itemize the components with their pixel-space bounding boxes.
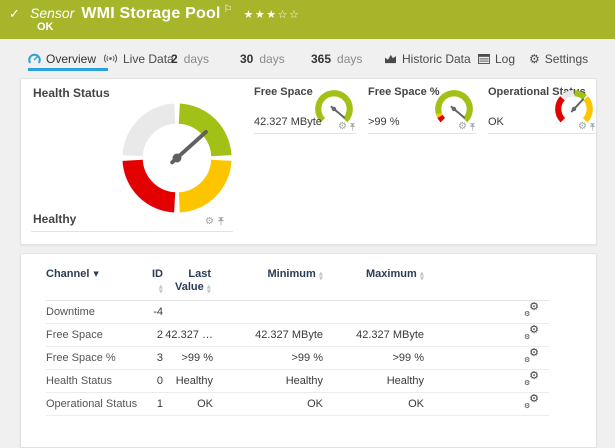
panel-free-space: Free Space 42.327 MByte ⚙	[254, 85, 356, 134]
channel-name: Downtime	[46, 300, 146, 324]
object-type-label: Sensor	[30, 5, 75, 21]
column-header-last-value[interactable]: Last Value ▲ ▼	[163, 268, 213, 301]
channel-settings-icon[interactable]: ⚙ ⚙	[524, 370, 539, 387]
channel-settings-icon[interactable]: ⚙ ⚙	[524, 347, 539, 364]
channel-settings-icon[interactable]: ⚙ ⚙	[524, 301, 539, 318]
pin-icon[interactable]	[469, 122, 476, 132]
channel-maximum: >99 %	[323, 346, 424, 370]
chart-icon	[385, 54, 396, 64]
channel-gear-icon[interactable]: ⚙	[458, 122, 467, 132]
channel-name: Free Space	[46, 323, 146, 347]
tab-settings[interactable]: ⚙ Settings	[529, 48, 588, 69]
channel-name: Operational Status	[46, 392, 146, 416]
tab-overview-label: Overview	[46, 51, 97, 66]
panel-free-space-pct: Free Space % >99 % ⚙	[368, 85, 476, 134]
priority-flag-icon[interactable]: ⚐	[224, 4, 233, 15]
channel-name: Free Space %	[46, 346, 146, 370]
gauge-icon	[28, 53, 41, 64]
tab-365-days[interactable]: 365 days	[311, 48, 362, 69]
table-row: Downtime -4 ⚙ ⚙	[46, 300, 549, 324]
sensor-status-text: OK	[37, 21, 54, 33]
channel-settings-icon[interactable]: ⚙ ⚙	[524, 324, 539, 341]
channel-last-value: >99 %	[163, 346, 213, 370]
column-header-channel[interactable]: Channel ▼	[46, 268, 146, 301]
channel-gear-icon[interactable]: ⚙	[338, 122, 347, 132]
column-header-id[interactable]: ID ▲ ▼	[146, 268, 163, 301]
channel-name: Health Status	[46, 369, 146, 393]
channel-last-value: 42.327 …	[163, 323, 213, 347]
pin-icon[interactable]	[217, 217, 225, 227]
table-row: Health Status 0 Healthy Healthy Healthy …	[46, 369, 549, 393]
channel-maximum: Healthy	[323, 369, 424, 393]
column-header-minimum[interactable]: Minimum ▲ ▼	[213, 268, 323, 301]
tab-30-days[interactable]: 30 days	[240, 48, 285, 69]
channel-id: 2	[146, 323, 163, 347]
health-status-gauge	[122, 103, 232, 213]
channel-id: 3	[146, 346, 163, 370]
tab-bar: Overview Live Data 2 days 30 days 365 days …	[0, 48, 615, 72]
dropdown-icon: ▼	[93, 270, 99, 278]
column-header-maximum[interactable]: Maximum ▲ ▼	[323, 268, 424, 301]
sort-icon: ▲ ▼	[206, 284, 211, 295]
health-status-value: Healthy	[33, 212, 77, 226]
channel-maximum	[323, 300, 424, 324]
free-space-value: 42.327 MByte	[254, 116, 322, 128]
column-header-actions	[424, 268, 549, 301]
channel-last-value: Healthy	[163, 369, 213, 393]
sort-icon: ▲ ▼	[419, 271, 424, 282]
check-icon: ✓	[9, 7, 20, 22]
channel-gear-icon[interactable]: ⚙	[578, 122, 587, 132]
channels-table: Channel ▼ ID ▲ ▼ Last Value ▲ ▼ Minimum ▲ ▼ Max…	[46, 268, 549, 416]
gauges-card: Health Status Healthy ⚙ Free Space 42.32…	[20, 78, 597, 245]
channel-settings-icon[interactable]: ⚙ ⚙	[524, 393, 539, 410]
tab-overview[interactable]: Overview	[28, 48, 108, 71]
panel-operational-status: Operational Status OK ⚙	[488, 85, 596, 134]
channel-minimum: >99 %	[213, 346, 323, 370]
operational-status-value: OK	[488, 116, 504, 128]
tab-historic-data-label: Historic Data	[402, 51, 471, 66]
channel-minimum	[213, 300, 323, 324]
tab-log-label: Log	[495, 51, 516, 66]
channel-maximum: OK	[323, 392, 424, 416]
log-icon	[478, 53, 490, 64]
tab-log[interactable]: Log	[478, 48, 515, 69]
table-row: Operational Status 1 OK OK OK ⚙ ⚙	[46, 392, 549, 416]
page-title: WMI Storage Pool	[81, 5, 221, 22]
health-status-title: Health Status	[33, 86, 110, 100]
channel-id: 0	[146, 369, 163, 393]
tab-2-days[interactable]: 2 days	[171, 48, 209, 69]
table-header-row: Channel ▼ ID ▲ ▼ Last Value ▲ ▼ Minimum ▲ ▼ Max…	[46, 268, 549, 301]
channel-minimum: Healthy	[213, 369, 323, 393]
pin-icon[interactable]	[589, 122, 596, 132]
sort-icon: ▲ ▼	[318, 271, 323, 282]
table-row: Free Space % 3 >99 % >99 % >99 % ⚙ ⚙	[46, 346, 549, 370]
sort-icon: ▲ ▼	[158, 284, 163, 295]
tab-historic-data[interactable]: Historic Data	[384, 48, 471, 69]
tab-live-data-label: Live Data	[123, 51, 174, 66]
channel-last-value: OK	[163, 392, 213, 416]
priority-stars[interactable]: ★★★☆☆	[244, 8, 301, 21]
channel-gear-icon[interactable]: ⚙	[205, 217, 214, 227]
divider	[31, 231, 233, 232]
live-data-icon	[104, 54, 117, 63]
gear-icon: ⚙	[529, 51, 540, 66]
channel-last-value	[163, 300, 213, 324]
channel-id: 1	[146, 392, 163, 416]
mini-gauge-panels: Free Space 42.327 MByte ⚙ Free Space % >…	[254, 85, 596, 134]
channel-maximum: 42.327 MByte	[323, 323, 424, 347]
tab-live-data[interactable]: Live Data	[103, 48, 174, 69]
channels-card: Channel ▼ ID ▲ ▼ Last Value ▲ ▼ Minimum ▲ ▼ Max…	[20, 253, 597, 448]
channel-id: -4	[146, 300, 163, 324]
table-row: Free Space 2 42.327 … 42.327 MByte 42.32…	[46, 323, 549, 347]
pin-icon[interactable]	[349, 122, 356, 132]
channel-minimum: OK	[213, 392, 323, 416]
free-space-pct-value: >99 %	[368, 116, 400, 128]
tab-settings-label: Settings	[544, 51, 589, 66]
sensor-status-bar: ✓ Sensor WMI Storage Pool ⚐ ★★★☆☆ OK	[0, 0, 615, 39]
channel-minimum: 42.327 MByte	[213, 323, 323, 347]
